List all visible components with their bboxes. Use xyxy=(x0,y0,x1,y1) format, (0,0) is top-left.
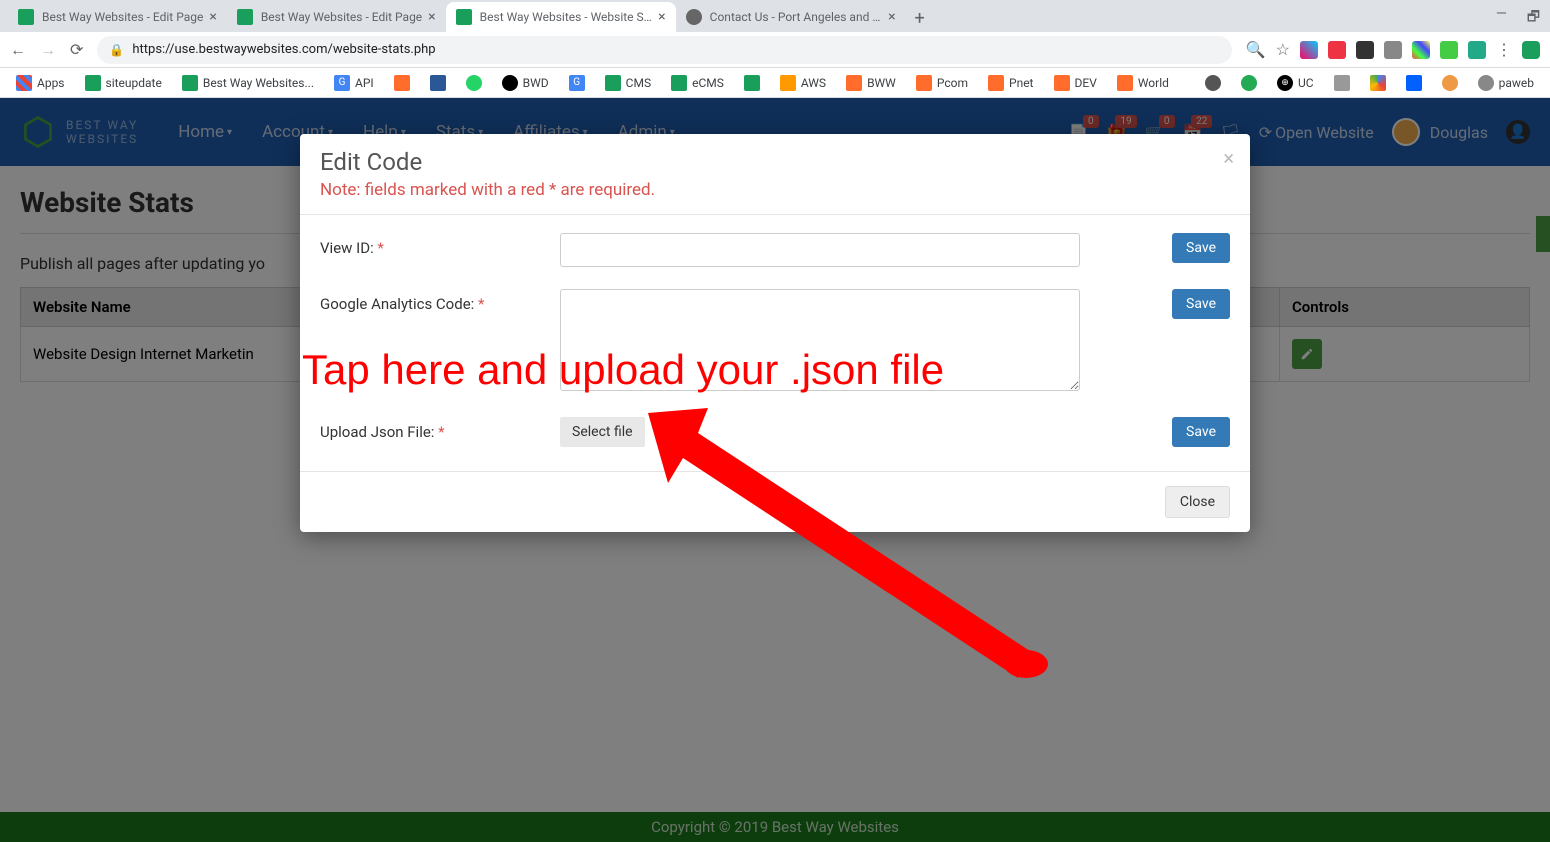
extension-icon[interactable] xyxy=(1356,41,1374,59)
label-json: Upload Json File: * xyxy=(320,417,560,441)
new-tab-button[interactable]: + xyxy=(906,4,934,32)
extension-icon[interactable] xyxy=(1468,41,1486,59)
bookmark-item[interactable]: CMS xyxy=(599,72,657,94)
bookmark-item[interactable]: AWS xyxy=(774,72,832,94)
extension-icon[interactable] xyxy=(1412,41,1430,59)
bookmark-item[interactable]: World xyxy=(1111,72,1175,94)
url-field[interactable]: 🔒 https://use.bestwaywebsites.com/websit… xyxy=(97,36,1231,64)
tab-title: Best Way Websites - Edit Page xyxy=(42,10,203,24)
extension-icon[interactable] xyxy=(1522,41,1540,59)
bookmark-item[interactable]: GAPI xyxy=(328,72,380,94)
bookmark-item[interactable]: DEV xyxy=(1048,72,1103,94)
bookmark-item[interactable]: G xyxy=(563,72,591,94)
modal-footer: Close xyxy=(300,471,1250,532)
address-icons: 🔍 ☆ ⋮ xyxy=(1246,40,1540,59)
bookmark-item[interactable]: siteupdate xyxy=(79,72,168,94)
bookmark-item[interactable] xyxy=(738,72,766,94)
view-id-input[interactable] xyxy=(560,233,1080,267)
bookmark-item[interactable] xyxy=(460,72,488,94)
extension-icon[interactable] xyxy=(1440,41,1458,59)
tab-close-icon[interactable]: × xyxy=(888,9,895,25)
edit-code-modal: Edit Code Note: fields marked with a red… xyxy=(300,134,1250,532)
zoom-icon[interactable]: 🔍 xyxy=(1246,40,1266,59)
bookmark-item[interactable] xyxy=(1328,72,1356,94)
tab-close-icon[interactable]: × xyxy=(428,9,435,25)
select-file-button[interactable]: Select file xyxy=(560,417,645,447)
bookmark-item[interactable]: Pnet xyxy=(982,72,1040,94)
bookmark-item[interactable] xyxy=(1400,72,1428,94)
extension-icon[interactable] xyxy=(1328,41,1346,59)
bookmark-item[interactable]: ⊕UC xyxy=(1271,72,1320,94)
save-button[interactable]: Save xyxy=(1172,289,1230,319)
favicon-icon xyxy=(237,9,253,25)
bookmark-item[interactable]: BWD xyxy=(496,72,555,94)
browser-tab[interactable]: Contact Us - Port Angeles and Se × xyxy=(676,2,906,32)
browser-tab[interactable]: Best Way Websites - Edit Page × xyxy=(8,2,227,32)
browser-tab-bar: Best Way Websites - Edit Page × Best Way… xyxy=(0,0,1550,32)
save-button[interactable]: Save xyxy=(1172,417,1230,447)
form-row-json: Upload Json File: * Select file Save xyxy=(320,417,1230,447)
modal-required-note: Note: fields marked with a red * are req… xyxy=(320,180,1230,200)
reload-icon[interactable]: ⟳ xyxy=(70,40,83,59)
star-icon[interactable]: ☆ xyxy=(1276,40,1290,59)
browser-tab[interactable]: Best Way Websites - Edit Page × xyxy=(227,2,446,32)
bookmark-item[interactable] xyxy=(1364,72,1392,94)
maximize-icon[interactable]: 🗗 xyxy=(1527,6,1540,30)
label-ga: Google Analytics Code: * xyxy=(320,289,560,313)
tab-close-icon[interactable]: × xyxy=(209,9,216,25)
menu-icon[interactable]: ⋮ xyxy=(1496,40,1512,59)
favicon-icon xyxy=(686,9,702,25)
modal-body: View ID: * Save Google Analytics Code: *… xyxy=(300,215,1250,471)
tab-title: Best Way Websites - Website Stat xyxy=(480,10,653,24)
tab-title: Best Way Websites - Edit Page xyxy=(261,10,422,24)
tab-title: Contact Us - Port Angeles and Se xyxy=(710,10,883,24)
bookmark-item[interactable] xyxy=(1235,72,1263,94)
url-text: https://use.bestwaywebsites.com/website-… xyxy=(132,42,435,57)
modal-header: Edit Code Note: fields marked with a red… xyxy=(300,134,1250,215)
modal-title: Edit Code xyxy=(320,148,1230,176)
bookmark-item[interactable]: eCMS xyxy=(665,72,730,94)
bookmark-item[interactable] xyxy=(1436,72,1464,94)
window-controls: — 🗗 xyxy=(1496,6,1540,30)
apps-button[interactable]: Apps xyxy=(10,72,71,94)
minimize-icon[interactable]: — xyxy=(1496,6,1507,30)
close-button[interactable]: Close xyxy=(1165,486,1230,518)
bookmark-item[interactable]: Pcom xyxy=(910,72,974,94)
label-view-id: View ID: * xyxy=(320,233,560,257)
lock-icon: 🔒 xyxy=(109,43,124,57)
annotation-text: Tap here and upload your .json file xyxy=(302,346,944,394)
save-button[interactable]: Save xyxy=(1172,233,1230,263)
form-row-view-id: View ID: * Save xyxy=(320,233,1230,267)
tab-close-icon[interactable]: × xyxy=(658,9,665,25)
bookmark-item[interactable] xyxy=(424,72,452,94)
extension-icon[interactable] xyxy=(1384,41,1402,59)
favicon-icon xyxy=(456,9,472,25)
close-icon[interactable]: × xyxy=(1223,146,1234,170)
extension-icon[interactable] xyxy=(1300,41,1318,59)
bookmark-item[interactable] xyxy=(1199,72,1227,94)
back-icon[interactable]: ← xyxy=(10,40,26,60)
favicon-icon xyxy=(18,9,34,25)
bookmark-item[interactable]: BWW xyxy=(840,72,902,94)
forward-icon[interactable]: → xyxy=(40,40,56,60)
address-bar: ← → ⟳ 🔒 https://use.bestwaywebsites.com/… xyxy=(0,32,1550,68)
bookmark-item[interactable]: paweb xyxy=(1472,72,1540,94)
bookmark-item[interactable]: Best Way Websites... xyxy=(176,72,320,94)
browser-tab-active[interactable]: Best Way Websites - Website Stat × xyxy=(446,2,676,32)
bookmark-bar: Apps siteupdate Best Way Websites... GAP… xyxy=(0,68,1550,98)
bookmark-item[interactable] xyxy=(388,72,416,94)
